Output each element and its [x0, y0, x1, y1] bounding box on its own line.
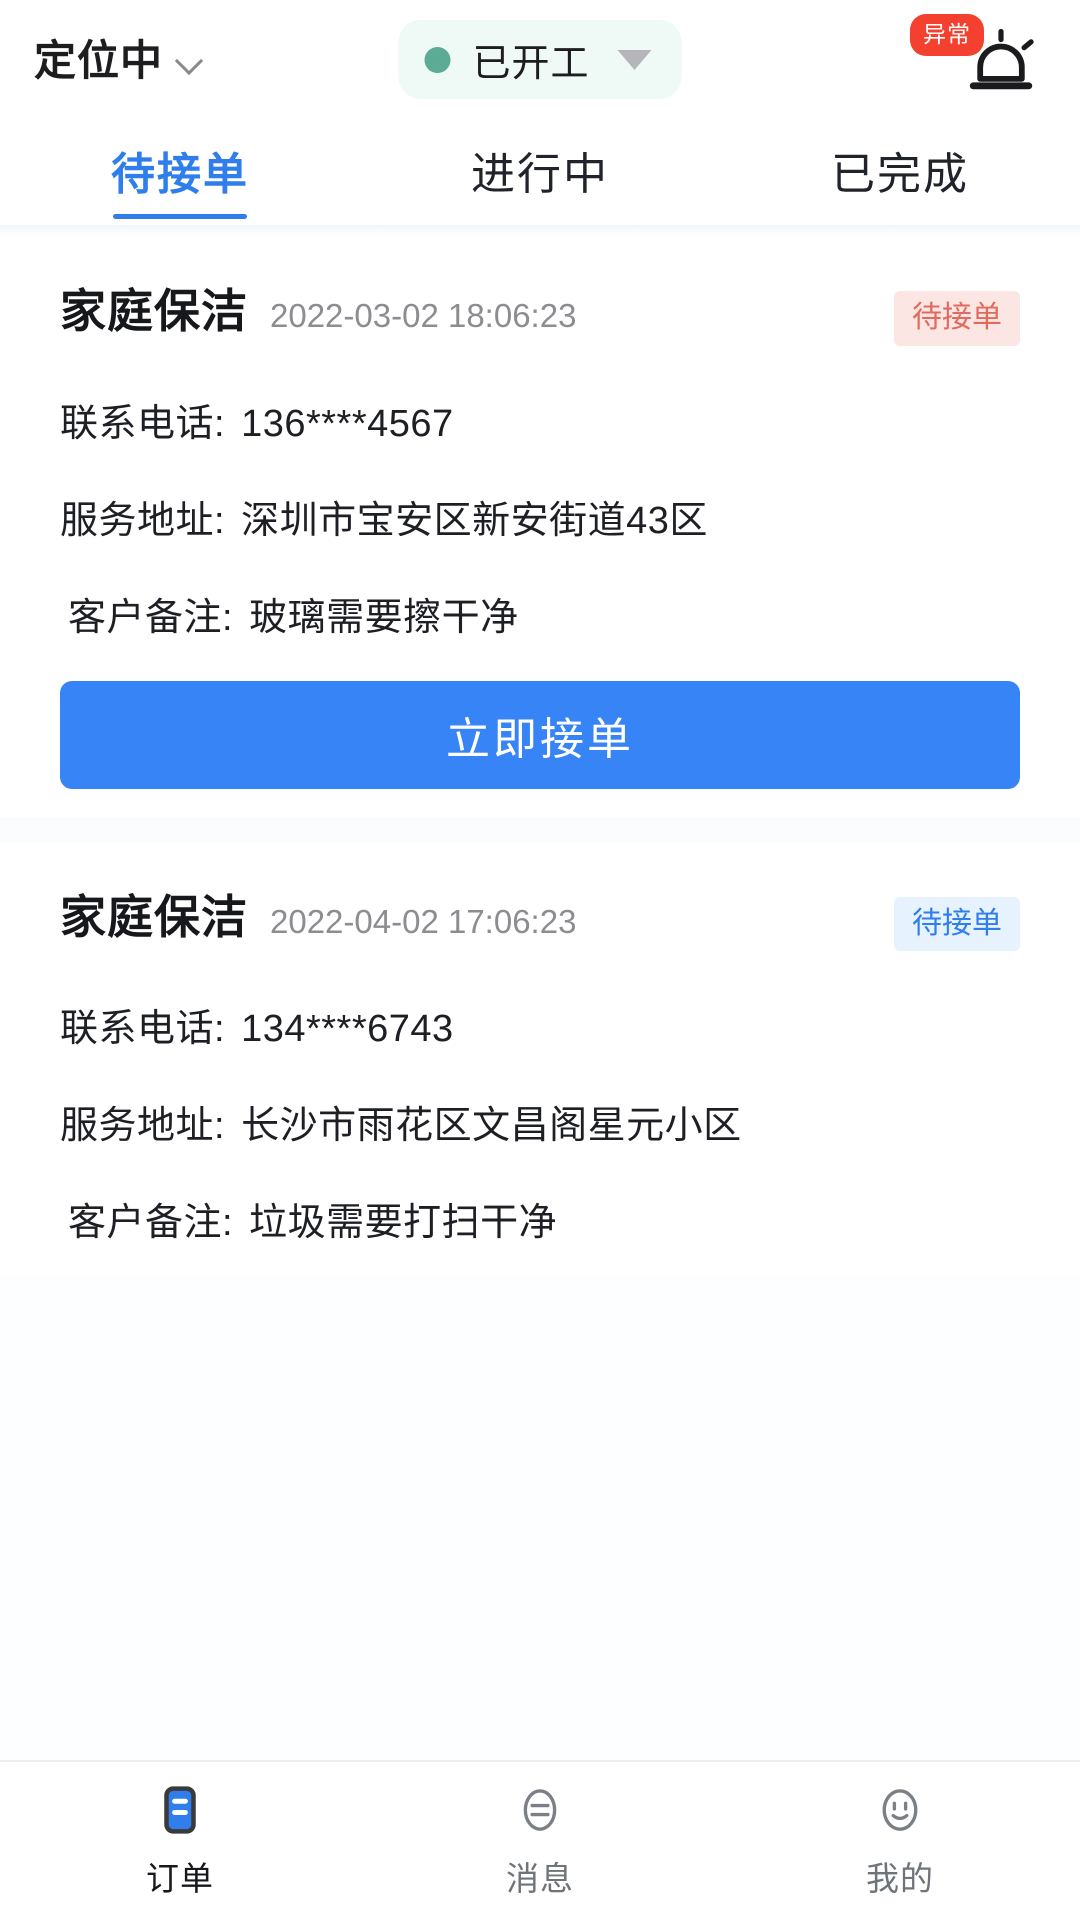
order-address-row: 服务地址: 深圳市宝安区新安街道43区: [60, 489, 1020, 544]
order-remark-row: 客户备注: 玻璃需要擦干净: [60, 586, 1020, 641]
order-phone-row: 联系电话: 134****6743: [60, 997, 1020, 1052]
phone-value: 134****6743: [241, 1008, 454, 1050]
order-address-row: 服务地址: 长沙市雨花区文昌阁星元小区: [60, 1094, 1020, 1149]
order-card-header: 家庭保洁 2022-04-02 17:06:23 待接单: [60, 881, 1020, 951]
tab-pending-label: 待接单: [111, 150, 249, 199]
order-timestamp: 2022-03-02 18:06:23: [270, 297, 577, 334]
remark-value: 垃圾需要打扫干净: [249, 1202, 558, 1244]
order-title: 家庭保洁: [60, 285, 248, 337]
tabs-divider: [0, 225, 1080, 237]
order-status-badge: 待接单: [894, 291, 1020, 346]
phone-value: 136****4567: [241, 402, 454, 445]
list-empty-space: [0, 1274, 1080, 1760]
chevron-down-icon: [177, 49, 203, 75]
status-dot-icon: [424, 46, 451, 73]
nav-item-orders[interactable]: 订单: [0, 1780, 360, 1900]
order-card[interactable]: 家庭保洁 2022-04-02 17:06:23 待接单 联系电话: 134**…: [0, 842, 1080, 1274]
work-status-label: 已开工: [472, 43, 590, 85]
tab-in-progress[interactable]: 进行中: [360, 115, 720, 225]
tab-in-progress-label: 进行中: [471, 150, 609, 199]
order-phone-row: 联系电话: 136****4567: [60, 392, 1020, 447]
nav-item-profile[interactable]: 我的: [720, 1780, 1080, 1900]
status-badge-abnormal: 异常: [910, 13, 984, 56]
order-title: 家庭保洁: [60, 890, 248, 943]
work-status-dropdown[interactable]: 已开工: [398, 20, 682, 99]
order-card[interactable]: 家庭保洁 2022-03-02 18:06:23 待接单 联系电话: 136**…: [0, 237, 1080, 817]
order-timestamp: 2022-04-02 17:06:23: [270, 902, 577, 940]
tab-completed-label: 已完成: [831, 150, 969, 199]
smiley-face-icon: [870, 1780, 930, 1840]
tab-pending[interactable]: 待接单: [0, 115, 360, 225]
document-icon: [150, 1780, 210, 1840]
order-remark-row: 客户备注: 垃圾需要打扫干净: [60, 1191, 1020, 1246]
phone-label: 联系电话:: [60, 402, 226, 445]
tab-completed[interactable]: 已完成: [720, 115, 1080, 225]
address-value: 长沙市雨花区文昌阁星元小区: [241, 1105, 742, 1147]
order-card-header: 家庭保洁 2022-03-02 18:06:23 待接单: [60, 275, 1020, 346]
message-oval-icon: [510, 1780, 570, 1840]
nav-item-messages-label: 消息: [506, 1860, 574, 1897]
app-screen: 定位中 已开工 异常 待接单 进行中 已完成 家庭保洁 2022-03-02 1…: [0, 0, 1080, 1920]
alarm-button[interactable]: 异常: [910, 12, 1046, 104]
nav-item-orders-label: 订单: [146, 1860, 214, 1897]
location-selector[interactable]: 定位中: [34, 27, 203, 88]
phone-label: 联系电话:: [60, 1008, 226, 1050]
remark-value: 玻璃需要擦干净: [249, 596, 519, 639]
caret-down-icon: [617, 49, 652, 70]
address-label: 服务地址:: [60, 1105, 226, 1147]
order-status-tabs: 待接单 进行中 已完成: [0, 115, 1080, 225]
address-value: 深圳市宝安区新安街道43区: [241, 499, 708, 542]
nav-item-profile-label: 我的: [866, 1860, 934, 1897]
card-separator: [0, 816, 1080, 843]
order-status-badge: 待接单: [894, 896, 1020, 951]
app-header: 定位中 已开工 异常: [0, 0, 1080, 115]
bottom-navigation: 订单 消息 我的: [0, 1760, 1080, 1920]
nav-item-messages[interactable]: 消息: [360, 1780, 720, 1900]
remark-label: 客户备注:: [68, 1202, 234, 1244]
order-list[interactable]: 家庭保洁 2022-03-02 18:06:23 待接单 联系电话: 136**…: [0, 237, 1080, 1760]
address-label: 服务地址:: [60, 499, 226, 542]
location-label: 定位中: [34, 37, 164, 84]
accept-order-button[interactable]: 立即接单: [60, 680, 1020, 789]
remark-label: 客户备注:: [68, 596, 234, 639]
